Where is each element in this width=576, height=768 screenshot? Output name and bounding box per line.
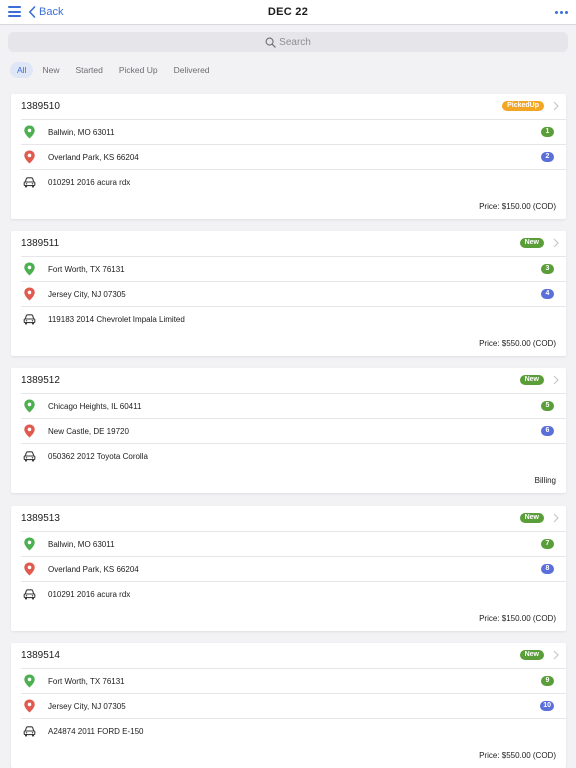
delivery-number-badge: 2 (541, 152, 554, 162)
delivery-number-badge: 10 (540, 701, 554, 711)
pickup-pin-icon (24, 674, 35, 688)
vehicle-row: 119183 2014 Chevrolet Impala Limited (21, 306, 566, 331)
delivery-pin-icon (24, 150, 35, 164)
vehicle-row: A24874 2011 FORD E-150 (21, 718, 566, 743)
status-badge: New (519, 375, 544, 385)
pickup-address: Fort Worth, TX 76131 (48, 677, 125, 686)
search-input[interactable]: Search (8, 32, 568, 52)
pickup-address: Chicago Heights, IL 60411 (48, 402, 142, 411)
status-badge: PickedUp (502, 101, 544, 111)
car-icon (23, 451, 36, 462)
car-icon (23, 589, 36, 600)
order-header: 1389514 New (11, 643, 566, 668)
delivery-row: Jersey City, NJ 07305 4 (21, 281, 566, 306)
pickup-row: Fort Worth, TX 76131 9 (21, 668, 566, 693)
chevron-right-icon (553, 375, 559, 385)
order-price: Price: $550.00 (COD) (479, 751, 556, 760)
chevron-right-icon (553, 238, 559, 248)
vehicle-description: 119183 2014 Chevrolet Impala Limited (48, 315, 185, 324)
vehicle-row: 010291 2016 acura rdx (21, 169, 566, 194)
delivery-pin-icon (24, 424, 35, 438)
pickup-number-badge: 5 (541, 401, 554, 411)
status-filter-bar: All New Started Picked Up Delivered (10, 62, 217, 78)
chevron-right-icon (553, 513, 559, 523)
order-billing: Billing (534, 476, 556, 485)
order-id: 1389510 (21, 101, 60, 112)
delivery-row: Jersey City, NJ 07305 10 (21, 693, 566, 718)
delivery-number-badge: 6 (541, 426, 554, 436)
delivery-pin-icon (24, 287, 35, 301)
order-header: 1389512 New (11, 368, 566, 393)
car-icon (23, 726, 36, 737)
pickup-address: Fort Worth, TX 76131 (48, 265, 125, 274)
pickup-pin-icon (24, 125, 35, 139)
delivery-row: Overland Park, KS 66204 8 (21, 556, 566, 581)
order-header: 1389513 New (11, 506, 566, 531)
delivery-row: New Castle, DE 19720 6 (21, 418, 566, 443)
vehicle-row: 010291 2016 acura rdx (21, 581, 566, 606)
order-header: 1389511 New (11, 231, 566, 256)
filter-picked-up[interactable]: Picked Up (112, 62, 165, 78)
order-price: Price: $150.00 (COD) (479, 202, 556, 211)
pickup-number-badge: 9 (541, 676, 554, 686)
order-header: 1389510 PickedUp (11, 94, 566, 119)
status-badge: New (519, 513, 544, 523)
pickup-row: Fort Worth, TX 76131 3 (21, 256, 566, 281)
filter-new[interactable]: New (35, 62, 66, 78)
delivery-address: Overland Park, KS 66204 (48, 565, 139, 574)
delivery-address: Overland Park, KS 66204 (48, 153, 139, 162)
order-id: 1389512 (21, 375, 60, 386)
pickup-number-badge: 1 (541, 127, 554, 137)
delivery-pin-icon (24, 562, 35, 576)
delivery-number-badge: 8 (541, 564, 554, 574)
order-card[interactable]: 1389512 New Chicago Heights, IL 60411 5 … (11, 368, 566, 493)
pickup-row: Chicago Heights, IL 60411 5 (21, 393, 566, 418)
chevron-right-icon (553, 650, 559, 660)
vehicle-row: 050362 2012 Toyota Corolla (21, 443, 566, 468)
order-id: 1389513 (21, 513, 60, 524)
pickup-row: Ballwin, MO 63011 7 (21, 531, 566, 556)
page-title: DEC 22 (267, 6, 309, 18)
filter-started[interactable]: Started (68, 62, 109, 78)
order-card[interactable]: 1389513 New Ballwin, MO 63011 7 Overland… (11, 506, 566, 631)
search-icon (265, 37, 276, 48)
chevron-right-icon (553, 101, 559, 111)
pickup-address: Ballwin, MO 63011 (48, 128, 115, 137)
pickup-address: Ballwin, MO 63011 (48, 540, 115, 549)
order-card[interactable]: 1389510 PickedUp Ballwin, MO 63011 1 Ove… (11, 94, 566, 219)
order-card[interactable]: 1389514 New Fort Worth, TX 76131 9 Jerse… (11, 643, 566, 768)
status-badge: New (519, 238, 544, 248)
status-badge: New (519, 650, 544, 660)
delivery-address: Jersey City, NJ 07305 (48, 290, 126, 299)
filter-all[interactable]: All (10, 62, 34, 78)
vehicle-description: A24874 2011 FORD E-150 (48, 727, 144, 736)
filter-delivered[interactable]: Delivered (167, 62, 217, 78)
pickup-pin-icon (24, 399, 35, 413)
pickup-row: Ballwin, MO 63011 1 (21, 119, 566, 144)
delivery-pin-icon (24, 699, 35, 713)
car-icon (23, 314, 36, 325)
more-icon[interactable] (555, 11, 568, 14)
delivery-address: New Castle, DE 19720 (48, 427, 129, 436)
pickup-pin-icon (24, 262, 35, 276)
pickup-number-badge: 3 (541, 264, 554, 274)
order-id: 1389511 (21, 238, 60, 249)
pickup-number-badge: 7 (541, 539, 554, 549)
delivery-address: Jersey City, NJ 07305 (48, 702, 126, 711)
delivery-number-badge: 4 (541, 289, 554, 299)
vehicle-description: 010291 2016 acura rdx (48, 590, 131, 599)
vehicle-description: 010291 2016 acura rdx (48, 178, 131, 187)
nav-bar: Back DEC 22 (0, 0, 576, 25)
delivery-row: Overland Park, KS 66204 2 (21, 144, 566, 169)
order-price: Price: $550.00 (COD) (479, 339, 556, 348)
pickup-pin-icon (24, 537, 35, 551)
order-id: 1389514 (21, 650, 60, 661)
order-card[interactable]: 1389511 New Fort Worth, TX 76131 3 Jerse… (11, 231, 566, 356)
order-price: Price: $150.00 (COD) (479, 614, 556, 623)
car-icon (23, 177, 36, 188)
vehicle-description: 050362 2012 Toyota Corolla (48, 452, 148, 461)
search-placeholder: Search (279, 36, 311, 48)
